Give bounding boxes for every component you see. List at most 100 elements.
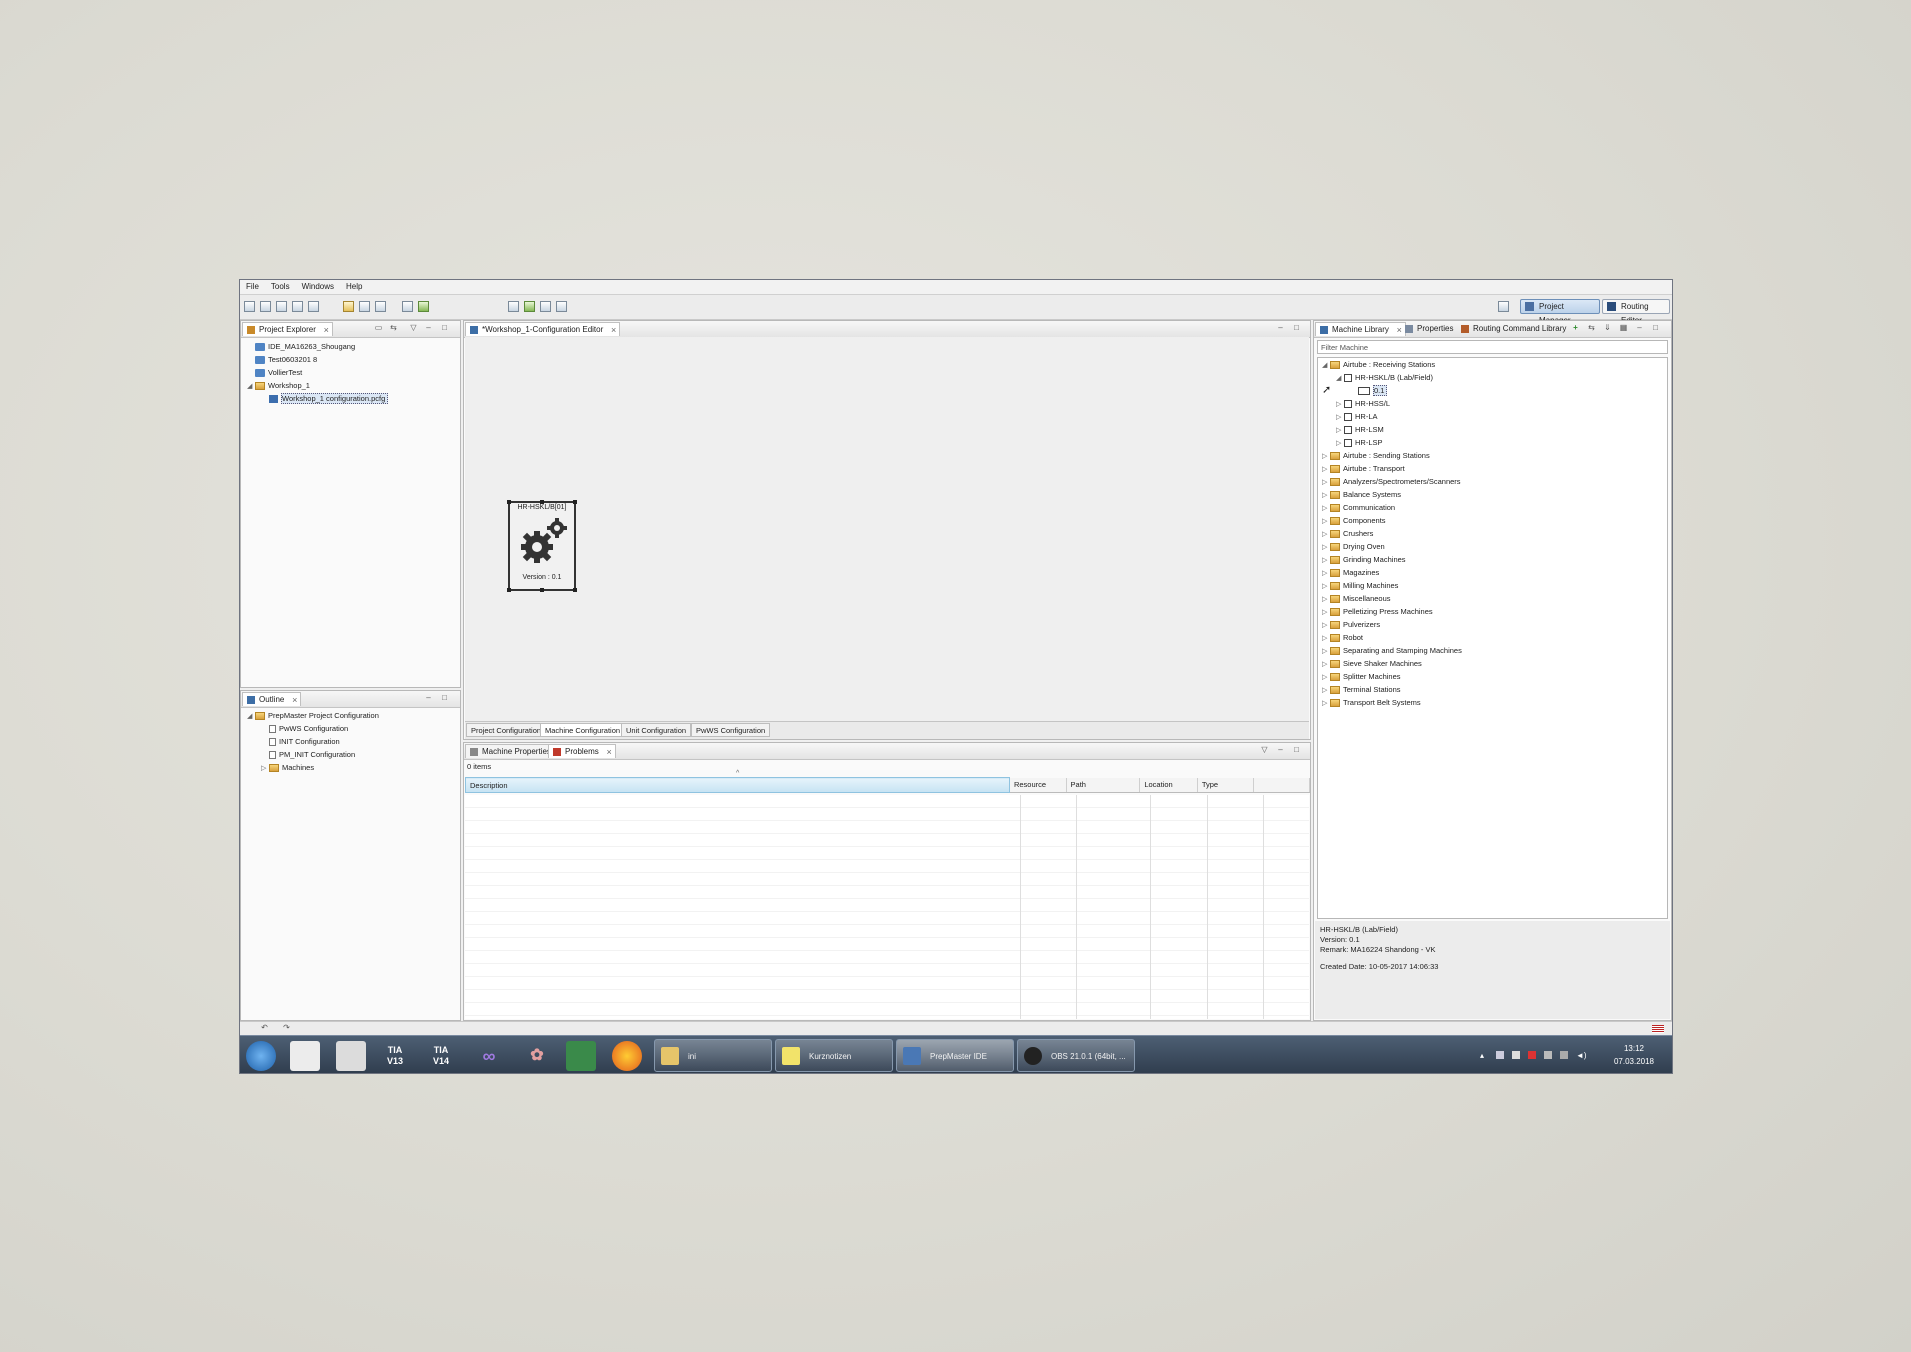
perspective-project-manager[interactable]: Project Manager (1520, 299, 1600, 325)
tree-category[interactable]: ▷ Transport Belt Systems (1322, 697, 1421, 709)
outline-item[interactable]: ▷ Machines (261, 762, 314, 774)
tree-category[interactable]: ▷ Balance Systems (1322, 489, 1401, 501)
tab-configuration-editor[interactable]: *Workshop_1-Configuration Editor × (465, 322, 621, 337)
tree-machine[interactable]: ▷ HR-LA (1336, 411, 1378, 423)
zoom-out-icon[interactable] (556, 301, 567, 312)
tab-properties[interactable]: Properties (1402, 322, 1457, 336)
minimize-icon[interactable]: – (424, 324, 433, 332)
tia-v13-icon[interactable]: TIA V13 (380, 1041, 410, 1071)
collapsed-arrow-icon[interactable]: ▷ (1322, 464, 1330, 476)
tree-category[interactable]: ▷ Pelletizing Press Machines (1322, 606, 1433, 618)
infinity-app-icon[interactable]: ∞ (474, 1041, 504, 1071)
collapsed-arrow-icon[interactable]: ▷ (1322, 451, 1330, 463)
open-perspective-icon[interactable] (1498, 301, 1509, 312)
zoom-in-icon[interactable] (540, 301, 551, 312)
new-project-icon[interactable] (244, 301, 255, 312)
collapsed-arrow-icon[interactable]: ▷ (1322, 490, 1330, 502)
menu-help[interactable]: Help (340, 280, 368, 291)
taskbar-app-obs[interactable]: OBS 21.0.1 (64bit, ... (1017, 1039, 1135, 1072)
tree-category[interactable]: ▷ Drying Oven (1322, 541, 1385, 553)
maximize-icon[interactable]: □ (1292, 746, 1301, 754)
tia-v14-icon[interactable]: TIA V14 (426, 1041, 456, 1071)
collapsed-arrow-icon[interactable]: ▷ (1322, 633, 1330, 645)
outline-item[interactable]: PM_INIT Configuration (261, 749, 355, 761)
collapsed-arrow-icon[interactable]: ▷ (1322, 503, 1330, 515)
collapsed-arrow-icon[interactable]: ▷ (1336, 438, 1344, 450)
tree-item[interactable]: IDE_MA16263_Shougang (247, 341, 355, 353)
collapsed-arrow-icon[interactable]: ▷ (1322, 698, 1330, 710)
view-menu-icon[interactable]: ▽ (409, 324, 418, 332)
filter-machine-input[interactable]: Filter Machine (1317, 340, 1668, 354)
outline-root[interactable]: ◢ PrepMaster Project Configuration (247, 710, 379, 722)
calculator-icon[interactable] (336, 1041, 366, 1071)
tree-category[interactable]: ▷ Communication (1322, 502, 1395, 514)
taskbar-app-kurznotizen[interactable]: Kurznotizen (775, 1039, 893, 1072)
outline-item[interactable]: INIT Configuration (261, 736, 340, 748)
add-icon[interactable]: + (1571, 324, 1580, 332)
close-icon[interactable]: × (607, 745, 612, 759)
expanded-arrow-icon[interactable]: ◢ (1322, 360, 1330, 372)
menu-windows[interactable]: Windows (296, 280, 340, 291)
search-icon[interactable] (402, 301, 413, 312)
minimize-icon[interactable]: – (1635, 324, 1644, 332)
column-type[interactable]: Type (1197, 777, 1255, 793)
open-folder-icon[interactable] (260, 301, 271, 312)
tree-category[interactable]: ▷ Robot (1322, 632, 1363, 644)
maximize-icon[interactable]: □ (440, 694, 449, 702)
column-resource[interactable]: Resource (1009, 777, 1067, 793)
tree-category[interactable]: ▷ Pulverizers (1322, 619, 1380, 631)
save-all-icon[interactable] (308, 301, 319, 312)
tree-category[interactable]: ▷ Splitter Machines (1322, 671, 1401, 683)
save-icon[interactable] (292, 301, 303, 312)
column-description[interactable]: Description (465, 777, 1010, 793)
minimize-icon[interactable]: – (424, 694, 433, 702)
expanded-arrow-icon[interactable]: ◢ (247, 381, 255, 393)
tree-category[interactable]: ▷ Crushers (1322, 528, 1373, 540)
tray-device-icon[interactable] (1544, 1051, 1552, 1059)
tree-folder[interactable]: ◢ Airtube : Receiving Stations (1322, 359, 1435, 371)
start-button-icon[interactable] (246, 1041, 276, 1071)
collapsed-arrow-icon[interactable]: ▷ (1322, 516, 1330, 528)
tab-project-explorer[interactable]: Project Explorer × (242, 322, 333, 336)
tree-category[interactable]: ▷ Components (1322, 515, 1386, 527)
resize-handle[interactable] (573, 500, 577, 504)
maximize-icon[interactable]: □ (440, 324, 449, 332)
tray-display-icon[interactable] (1560, 1051, 1568, 1059)
collapsed-arrow-icon[interactable]: ▷ (1322, 581, 1330, 593)
tree-category[interactable]: ▷ Airtube : Transport (1322, 463, 1405, 475)
tab-machine-configuration[interactable]: Machine Configuration (540, 723, 626, 737)
close-icon[interactable]: × (611, 323, 616, 337)
tree-category[interactable]: ▷ Sieve Shaker Machines (1322, 658, 1422, 670)
forward-icon[interactable]: ↷ (282, 1024, 291, 1032)
close-icon[interactable]: × (324, 323, 329, 337)
column-location[interactable]: Location (1139, 777, 1198, 793)
resize-handle[interactable] (540, 500, 544, 504)
resize-handle[interactable] (573, 588, 577, 592)
minimize-icon[interactable]: – (1276, 324, 1285, 332)
collapsed-arrow-icon[interactable]: ▷ (1322, 620, 1330, 632)
perspective-routing-editor[interactable]: Routing Editor (1602, 299, 1670, 325)
maximize-icon[interactable]: □ (1651, 324, 1660, 332)
menu-file[interactable]: File (240, 280, 265, 291)
tree-item[interactable]: Test0603201 8 (247, 354, 317, 366)
resize-handle[interactable] (540, 588, 544, 592)
tray-security-icon[interactable] (1528, 1051, 1536, 1059)
collapsed-arrow-icon[interactable]: ▷ (1322, 529, 1330, 541)
collapsed-arrow-icon[interactable]: ▷ (1322, 659, 1330, 671)
collapsed-arrow-icon[interactable]: ▷ (1322, 568, 1330, 580)
tray-network-icon[interactable] (1496, 1051, 1504, 1059)
tab-machine-library[interactable]: Machine Library × (1315, 322, 1406, 336)
collapsed-arrow-icon[interactable]: ▷ (1322, 672, 1330, 684)
tree-machine[interactable]: ◢ HR-HSKL/B (Lab/Field) (1336, 372, 1433, 384)
new-window-icon[interactable] (276, 301, 287, 312)
back-icon[interactable]: ↶ (260, 1024, 269, 1032)
tree-category[interactable]: ▷ Separating and Stamping Machines (1322, 645, 1462, 657)
editor-canvas[interactable]: HR-HSKL/B[01] Version: 0.1 (465, 337, 1309, 721)
tab-problems[interactable]: Problems × (548, 744, 616, 758)
expanded-arrow-icon[interactable]: ◢ (247, 711, 255, 723)
tree-version-selected[interactable]: 0.1 (1358, 385, 1388, 397)
tab-unit-configuration[interactable]: Unit Configuration (621, 723, 692, 737)
tree-category[interactable]: ▷ Airtube : Sending Stations (1322, 450, 1430, 462)
tab-pwws-configuration[interactable]: PwWS Configuration (691, 723, 771, 737)
collapsed-arrow-icon[interactable]: ▷ (1322, 685, 1330, 697)
